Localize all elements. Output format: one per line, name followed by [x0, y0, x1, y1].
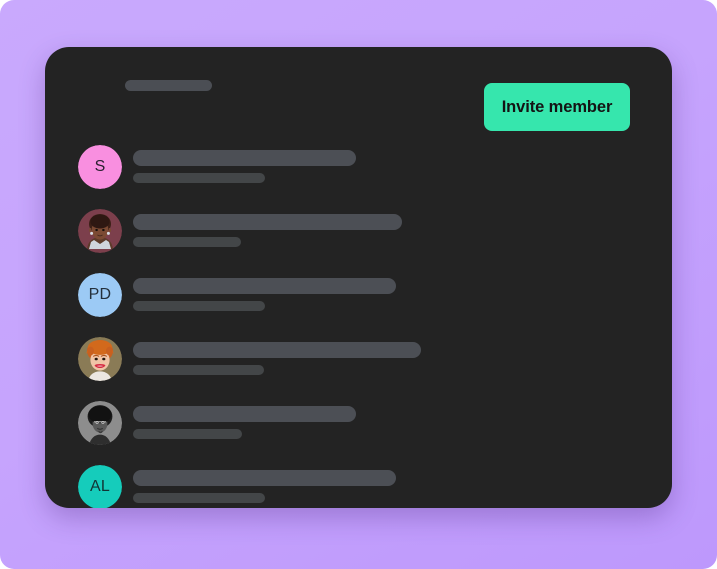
members-card: Invite member S PD AL — [45, 47, 672, 508]
member-row[interactable] — [45, 199, 672, 263]
avatar-initials-al: AL — [78, 465, 122, 508]
avatar-photo-person-afro — [78, 401, 122, 445]
member-meta-placeholder — [133, 301, 265, 311]
member-meta-placeholder — [133, 237, 241, 247]
avatar-photo-woman-short-hair — [78, 209, 122, 253]
page-background: Invite member S PD AL — [0, 0, 717, 569]
avatar-initials-label: AL — [78, 465, 122, 508]
card-title-placeholder — [125, 80, 212, 91]
member-meta-placeholder — [133, 493, 265, 503]
member-row[interactable]: AL — [45, 455, 672, 508]
avatar-photo-woman-red-hair — [78, 337, 122, 381]
avatar-initials-s: S — [78, 145, 122, 189]
avatar-initials-label: PD — [78, 273, 122, 317]
member-meta-placeholder — [133, 365, 264, 375]
member-name-placeholder — [133, 406, 356, 422]
avatar-image — [78, 209, 122, 253]
member-list: S PD AL — [45, 135, 672, 508]
member-row[interactable]: S — [45, 135, 672, 199]
member-name-placeholder — [133, 278, 396, 294]
member-meta-placeholder — [133, 173, 265, 183]
avatar-image — [78, 401, 122, 445]
avatar-image — [78, 337, 122, 381]
member-name-placeholder — [133, 214, 402, 230]
avatar-initials-pd: PD — [78, 273, 122, 317]
member-name-placeholder — [133, 342, 421, 358]
member-row[interactable] — [45, 327, 672, 391]
member-row[interactable]: PD — [45, 263, 672, 327]
member-name-placeholder — [133, 150, 356, 166]
card-header: Invite member — [45, 47, 672, 131]
member-name-placeholder — [133, 470, 396, 486]
invite-member-button[interactable]: Invite member — [484, 83, 630, 131]
member-row[interactable] — [45, 391, 672, 455]
member-meta-placeholder — [133, 429, 242, 439]
avatar-initials-label: S — [78, 145, 122, 189]
